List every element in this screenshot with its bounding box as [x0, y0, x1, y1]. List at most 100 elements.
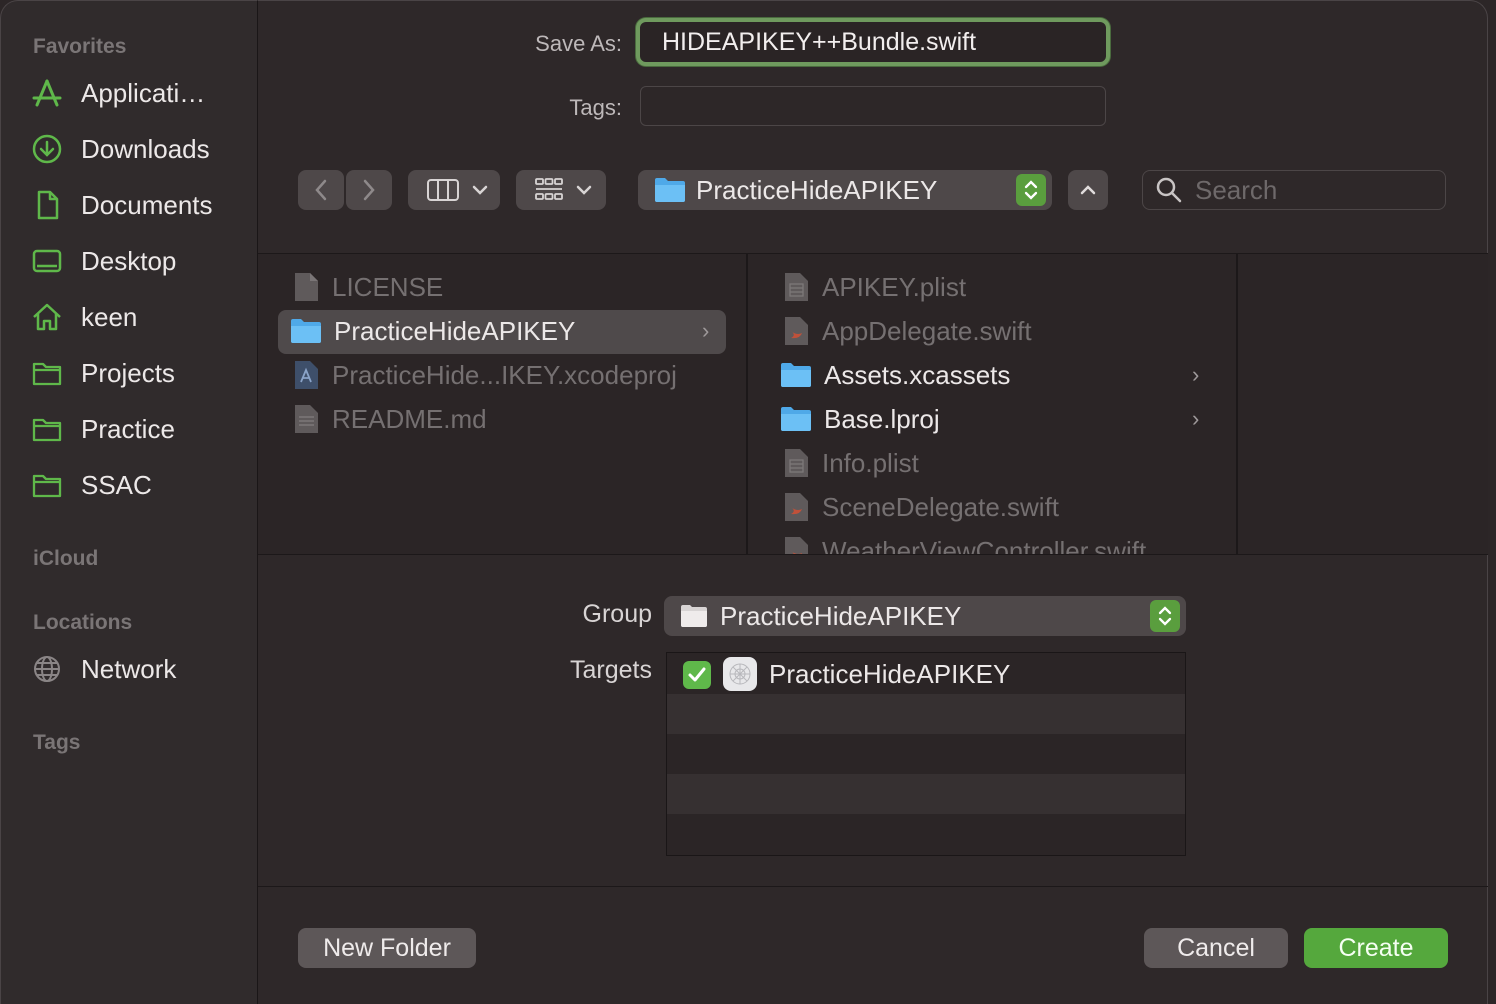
desktop-icon: [31, 245, 67, 277]
folder-icon: [781, 407, 811, 431]
forward-button[interactable]: [346, 170, 392, 210]
network-icon: [31, 653, 67, 685]
file-row-license[interactable]: LICENSE: [292, 265, 443, 309]
file-name: Info.plist: [822, 447, 919, 478]
text-file-icon: [295, 405, 318, 433]
chevron-up-icon: [1080, 185, 1096, 195]
folder-icon: [655, 178, 685, 202]
grid-icon: [535, 178, 563, 200]
targets-label: Targets: [570, 656, 652, 684]
file-icon: [295, 273, 318, 301]
folder-icon: [781, 363, 811, 387]
file-row-apikey-plist[interactable]: APIKEY.plist: [782, 265, 966, 309]
app-target-icon: [723, 657, 757, 691]
view-mode-button[interactable]: [408, 170, 500, 210]
file-name: APIKEY.plist: [822, 271, 967, 302]
xcodeproj-icon: [295, 361, 318, 389]
path-popup[interactable]: PracticeHideAPIKEY: [638, 170, 1052, 210]
file-name: PracticeHideAPIKEY: [334, 315, 576, 346]
back-button[interactable]: [298, 170, 344, 210]
file-row-xcodeproj[interactable]: PracticeHide...IKEY.xcodeproj: [292, 353, 677, 397]
chevron-right-icon: ›: [702, 318, 710, 343]
file-name: PracticeHide...IKEY.xcodeproj: [332, 359, 677, 390]
file-name: README.md: [332, 403, 487, 434]
applications-icon: [31, 77, 67, 109]
search-field[interactable]: Search: [1142, 170, 1446, 210]
folder-icon: [31, 413, 67, 445]
sidebar-item-desktop[interactable]: Desktop: [31, 239, 241, 283]
file-row-info-plist[interactable]: Info.plist: [782, 441, 919, 485]
file-row-practicehideapikey[interactable]: PracticeHideAPIKEY: [290, 309, 575, 353]
empty-row: [667, 694, 1185, 734]
file-name: Base.lproj: [824, 403, 940, 434]
sidebar-item-label: Network: [81, 653, 177, 684]
target-name: PracticeHideAPIKEY: [769, 659, 1011, 689]
chevron-right-icon: ›: [1192, 362, 1200, 387]
collapse-button[interactable]: [1068, 170, 1108, 210]
divider: [258, 886, 1488, 887]
column-divider: [746, 254, 748, 554]
folder-icon: [681, 605, 707, 627]
targets-list: PracticeHideAPIKEY: [666, 652, 1186, 856]
search-icon: [1156, 177, 1182, 203]
locations-header: Locations: [33, 611, 133, 634]
tags-field[interactable]: [640, 86, 1106, 126]
group-by-button[interactable]: [516, 170, 606, 210]
folder-icon: [31, 357, 67, 389]
folder-icon: [291, 319, 321, 343]
group-label: Group: [582, 600, 652, 628]
save-as-field[interactable]: HIDEAPIKEY++Bundle.swift: [636, 18, 1110, 66]
sidebar-item-label: Downloads: [81, 133, 210, 164]
new-folder-button[interactable]: New Folder: [298, 928, 476, 968]
swift-file-icon: [785, 493, 808, 521]
file-row-readme[interactable]: README.md: [292, 397, 487, 441]
file-row-assets[interactable]: Assets.xcassets: [780, 353, 1010, 397]
file-name: AppDelegate.swift: [822, 315, 1032, 346]
tags-header: Tags: [33, 731, 81, 754]
empty-row: [667, 814, 1185, 854]
sidebar: Favorites Applicati… Downloads Documents…: [0, 0, 258, 1004]
divider: [258, 554, 1488, 555]
swift-file-icon: [785, 537, 808, 554]
sidebar-item-label: Documents: [81, 189, 213, 220]
sidebar-item-practice[interactable]: Practice: [31, 407, 241, 451]
path-popup-stepper[interactable]: [1016, 174, 1046, 206]
downloads-icon: [31, 133, 67, 165]
chevron-down-icon: [576, 185, 592, 195]
file-row-appdelegate[interactable]: AppDelegate.swift: [782, 309, 1032, 353]
empty-row: [667, 774, 1185, 814]
icloud-header: iCloud: [33, 547, 99, 570]
chevron-down-icon: [472, 185, 488, 195]
sidebar-item-ssac[interactable]: SSAC: [31, 463, 241, 507]
file-name: SceneDelegate.swift: [822, 491, 1060, 522]
target-checkbox[interactable]: [683, 661, 711, 689]
clipped-row-container: WeatherViewController.swift: [760, 536, 1236, 554]
favorites-header: Favorites: [33, 35, 127, 58]
group-popup-stepper[interactable]: [1150, 600, 1180, 632]
file-name: WeatherViewController.swift: [822, 536, 1147, 554]
sidebar-item-network[interactable]: Network: [31, 647, 241, 691]
target-row[interactable]: PracticeHideAPIKEY: [667, 653, 1185, 693]
sidebar-item-projects[interactable]: Projects: [31, 351, 241, 395]
chevron-right-icon: [363, 179, 375, 201]
checkmark-icon: [688, 667, 706, 682]
sidebar-item-documents[interactable]: Documents: [31, 183, 241, 227]
documents-icon: [31, 189, 67, 221]
file-row-weatherviewcontroller[interactable]: WeatherViewController.swift: [782, 536, 1146, 554]
folder-icon: [31, 469, 67, 501]
chevron-right-icon: ›: [1192, 406, 1200, 431]
home-icon: [31, 301, 67, 333]
file-row-base-lproj[interactable]: Base.lproj: [780, 397, 940, 441]
file-row-scenedelegate[interactable]: SceneDelegate.swift: [782, 485, 1059, 529]
path-popup-label: PracticeHideAPIKEY: [696, 174, 938, 205]
sidebar-item-applications[interactable]: Applicati…: [31, 71, 241, 115]
sidebar-item-label: Applicati…: [81, 77, 206, 108]
cancel-button[interactable]: Cancel: [1144, 928, 1288, 968]
empty-row: [667, 734, 1185, 774]
columns-view-icon: [427, 179, 459, 201]
create-button[interactable]: Create: [1304, 928, 1448, 968]
sidebar-item-downloads[interactable]: Downloads: [31, 127, 241, 171]
sidebar-item-label: keen: [81, 301, 138, 332]
sidebar-item-home[interactable]: keen: [31, 295, 241, 339]
group-popup[interactable]: PracticeHideAPIKEY: [664, 596, 1186, 636]
